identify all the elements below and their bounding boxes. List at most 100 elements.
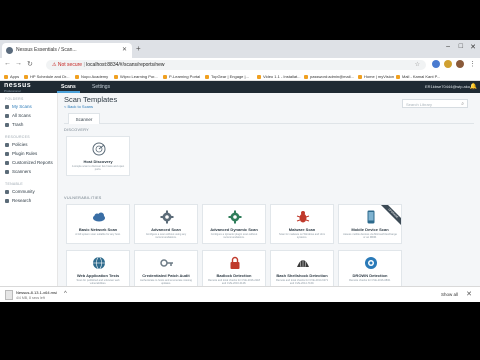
sidebar-item-my-scans[interactable]: My Scans bbox=[5, 104, 32, 109]
tab-row: Scanner bbox=[64, 113, 474, 124]
menu-dots-icon[interactable]: ⋮ bbox=[469, 60, 476, 68]
bookmark-item[interactable]: HP Schedule and Dr... bbox=[24, 74, 70, 79]
sidebar-item-plugin-rules[interactable]: Plugin Rules bbox=[5, 151, 37, 156]
sidebar-heading-tenable: TENABLE bbox=[5, 182, 24, 186]
template-card-advanced-dynamic-scan[interactable]: Advanced Dynamic Scan Configure a dynami… bbox=[202, 204, 266, 244]
sidebar-item-community[interactable]: Community bbox=[5, 189, 35, 194]
card-description: Scan for malware on Windows and Unix sys… bbox=[279, 233, 325, 240]
show-all-button[interactable]: Show all bbox=[441, 292, 458, 297]
sidebar-item-policies[interactable]: Policies bbox=[5, 142, 28, 147]
extension-icon-2[interactable] bbox=[444, 60, 452, 68]
nav-scans[interactable]: Scans bbox=[57, 84, 80, 93]
gear-dynamic-icon bbox=[228, 210, 242, 224]
close-tab-icon[interactable]: ✕ bbox=[122, 46, 127, 53]
template-card-web-application-tests[interactable]: Web Application Tests Scan for published… bbox=[66, 250, 130, 290]
extension-icon[interactable] bbox=[432, 60, 440, 68]
user-menu[interactable]: ER1kbse70444@wip.ako bbox=[425, 84, 470, 89]
key-icon bbox=[160, 259, 173, 267]
browser-tab[interactable]: Nessus Essentials / Scan... ✕ bbox=[2, 43, 132, 58]
card-description: Configure a dynamic plugin scan without … bbox=[210, 233, 258, 240]
bookmark-item[interactable]: password:admin@mail... bbox=[304, 74, 354, 79]
drown-icon bbox=[365, 257, 377, 269]
template-card-advanced-scan[interactable]: Advanced Scan Configure a scan without u… bbox=[134, 204, 198, 244]
back-icon[interactable]: ← bbox=[4, 60, 11, 67]
template-card-bash-shellshock-detection[interactable]: Bash Shellshock Detection Remote and loc… bbox=[270, 250, 334, 290]
card-title: Host Discovery bbox=[83, 159, 113, 164]
template-card-badlock-detection[interactable]: Badlock Detection Remote and local check… bbox=[202, 250, 266, 290]
template-card-malware-scan[interactable]: Malware Scan Scan for malware on Windows… bbox=[270, 204, 334, 244]
template-card-credentialed-patch-audit[interactable]: Credentialed Patch Audit Authenticate to… bbox=[134, 250, 198, 290]
card-description: Authenticate to hosts and enumerate miss… bbox=[140, 279, 192, 286]
url-text: localhost:8834/#/scans/reports/new bbox=[86, 62, 165, 68]
radar-icon bbox=[92, 142, 106, 156]
new-tab-icon[interactable]: + bbox=[136, 44, 141, 53]
app-header: nessus Professional Scans Settings ER1kb… bbox=[0, 81, 480, 93]
card-title: DROWN Detection bbox=[352, 273, 388, 278]
template-card-host-discovery[interactable]: Host Discovery A simple scan to discover… bbox=[66, 136, 130, 176]
search-icon: ⌕ bbox=[461, 101, 464, 107]
nav-settings[interactable]: Settings bbox=[92, 84, 110, 90]
card-title: Advanced Dynamic Scan bbox=[210, 227, 258, 232]
scanner-icon bbox=[5, 169, 9, 174]
not-secure-label: Not secure bbox=[57, 62, 83, 68]
template-card-drown-detection[interactable]: DROWN Detection Remote checks for CVE-20… bbox=[338, 250, 402, 290]
bookmark-item[interactable]: TopGear | Engage |... bbox=[205, 74, 249, 79]
card-description: Remote and local checks for CVE-2016-211… bbox=[208, 279, 260, 286]
window-close-icon[interactable]: ✕ bbox=[470, 43, 476, 51]
bookmark-item[interactable]: Mail - Kamal Kant P... bbox=[396, 74, 440, 79]
card-description: A simple scan to discover live hosts and… bbox=[71, 165, 125, 172]
nessus-favicon-icon bbox=[6, 47, 13, 54]
lock-icon bbox=[230, 256, 240, 269]
page-title: Scan Templates bbox=[64, 95, 118, 104]
search-input[interactable]: Search Library ⌕ bbox=[402, 99, 468, 108]
file-icon bbox=[5, 290, 13, 300]
bookmark-item[interactable]: Apps bbox=[4, 74, 19, 79]
close-icon[interactable]: ✕ bbox=[466, 290, 472, 298]
sidebar-item-customized-reports[interactable]: Customized Reports bbox=[5, 160, 53, 165]
bell-icon[interactable]: 🔔 bbox=[470, 83, 477, 90]
bookmark-item[interactable]: P-Learning Portal bbox=[163, 74, 200, 79]
bug-icon bbox=[296, 211, 310, 223]
screen: Nessus Essentials / Scan... ✕ + – □ ✕ ← … bbox=[0, 40, 480, 302]
sidebar-item-all-scans[interactable]: All Scans bbox=[5, 113, 31, 118]
tab-scanner[interactable]: Scanner bbox=[68, 113, 100, 124]
bookmark-item[interactable]: Home | myVision bbox=[358, 74, 394, 79]
folder-icon bbox=[5, 113, 9, 118]
section-vulnerabilities: VULNERABILITIES bbox=[64, 196, 102, 200]
card-description: Scan for published and unknown web vulne… bbox=[76, 279, 120, 286]
card-title: Malware Scan bbox=[288, 227, 316, 232]
bookmark-item[interactable]: Wipro Learning Por... bbox=[114, 74, 158, 79]
section-discovery: DISCOVERY bbox=[64, 128, 89, 132]
report-icon bbox=[5, 160, 9, 165]
mobile-icon bbox=[367, 210, 375, 224]
address-bar[interactable]: ⚠ Not secure | localhost:8834/#/scans/re… bbox=[46, 60, 426, 70]
community-icon bbox=[5, 189, 9, 194]
bookmark-item[interactable]: Video 1.1 - Installat... bbox=[257, 74, 301, 79]
sidebar-item-research[interactable]: Research bbox=[5, 198, 31, 203]
main-content: Scan Templates < Back to Scans Search Li… bbox=[58, 93, 480, 302]
sidebar-item-trash[interactable]: Trash bbox=[5, 122, 23, 127]
chevron-up-icon[interactable]: ^ bbox=[64, 291, 67, 297]
download-status: 4/4 MB, 8 secs left bbox=[16, 296, 45, 300]
nessus-logo[interactable]: nessus bbox=[4, 82, 31, 89]
minimize-icon[interactable]: – bbox=[446, 43, 450, 50]
download-filename[interactable]: Nessus-8.13.1-x64.msi bbox=[16, 290, 57, 295]
card-description: Assess mobile devices via Microsoft Exch… bbox=[343, 233, 397, 240]
card-title: Mobile Device Scan bbox=[351, 227, 389, 232]
forward-icon[interactable]: → bbox=[15, 60, 22, 67]
bookmarks-bar: Apps HP Schedule and Dr... Nopo Academy … bbox=[0, 72, 480, 81]
tab-title: Nessus Essentials / Scan... bbox=[16, 47, 77, 53]
template-card-basic-network-scan[interactable]: Basic Network Scan A full system scan su… bbox=[66, 204, 130, 244]
tab-strip: Nessus Essentials / Scan... ✕ + – □ ✕ bbox=[0, 40, 480, 58]
template-card-mobile-device-scan[interactable]: UPGRADE Mobile Device Scan Assess mobile… bbox=[338, 204, 402, 244]
trash-icon bbox=[5, 122, 9, 127]
star-icon[interactable]: ☆ bbox=[415, 61, 420, 68]
bookmark-item[interactable]: Nopo Academy bbox=[75, 74, 108, 79]
reload-icon[interactable]: ↻ bbox=[27, 60, 33, 68]
cloud-scan-icon bbox=[93, 212, 105, 222]
profile-avatar-icon[interactable] bbox=[456, 60, 464, 68]
card-title: Credentialed Patch Audit bbox=[142, 273, 190, 278]
sidebar-item-scanners[interactable]: Scanners bbox=[5, 169, 31, 174]
maximize-icon[interactable]: □ bbox=[459, 43, 463, 50]
back-to-scans-link[interactable]: < Back to Scans bbox=[64, 104, 93, 109]
